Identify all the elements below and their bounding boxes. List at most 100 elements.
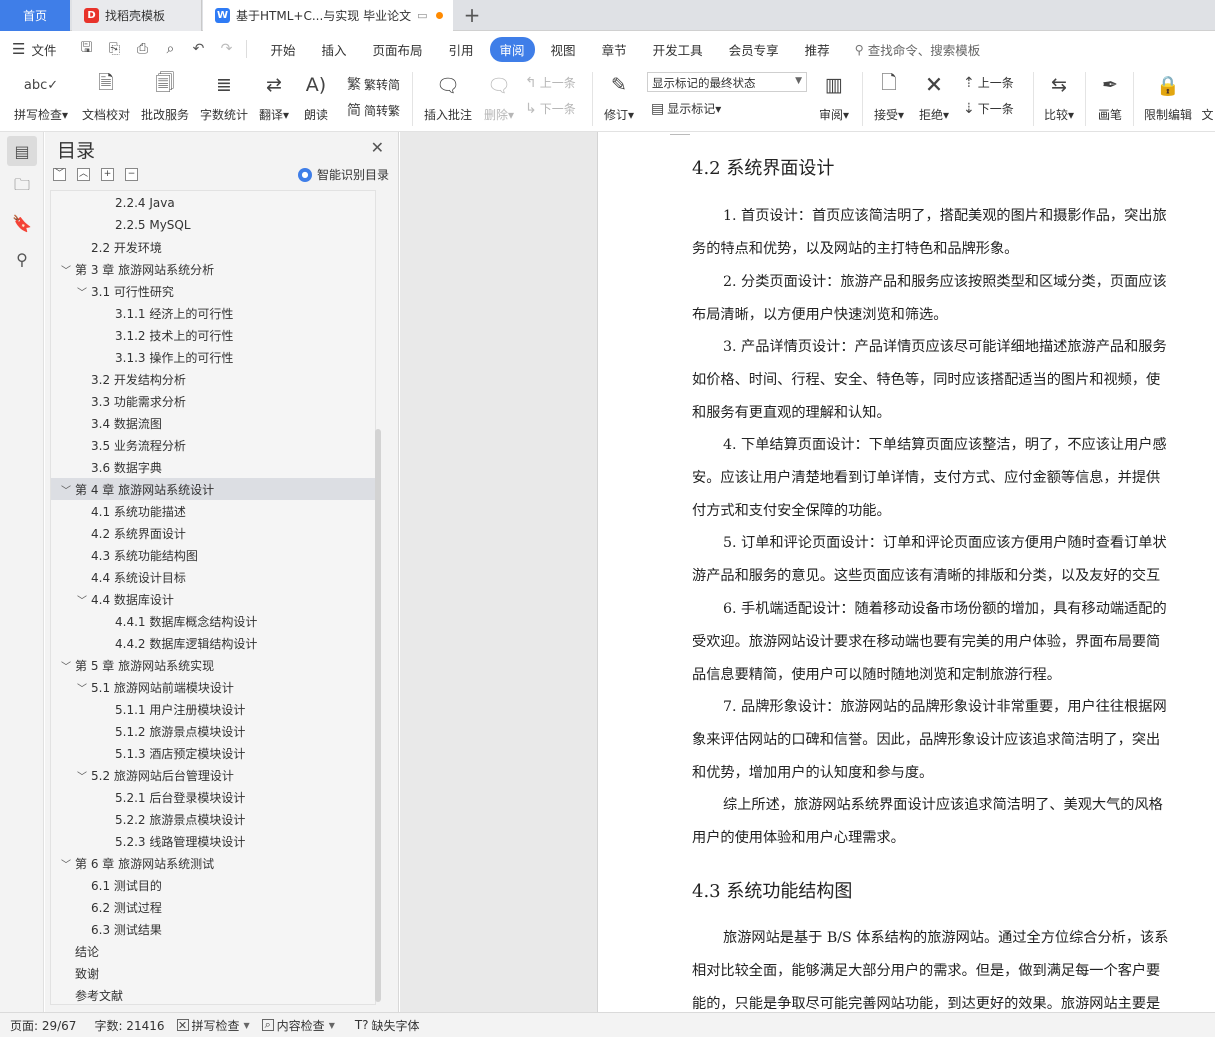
toc-item[interactable]: 4.1 系统功能描述 (51, 500, 375, 522)
toc-item[interactable]: 5.1.3 酒店预定模块设计 (51, 742, 375, 764)
menu-insert[interactable]: 插入 (311, 37, 356, 62)
toc-item[interactable]: 2.2 开发环境 (51, 236, 375, 258)
next-change-button[interactable]: ⇣ 下一条 (963, 100, 1014, 117)
collapse-all-icon[interactable]: ﹀ (53, 168, 66, 181)
tab-home[interactable]: 首页 (0, 0, 70, 31)
toc-item[interactable]: ﹀ 5.2 旅游网站后台管理设计 (51, 764, 375, 786)
spell-check-status[interactable]: ✕ 拼写检查 ▼ (176, 1017, 250, 1034)
chevron-down-icon[interactable]: ﹀ (75, 680, 89, 695)
close-icon[interactable]: ✕ (371, 138, 384, 157)
toc-item[interactable]: 5.2.1 后台登录模块设计 (51, 786, 375, 808)
toc-item[interactable]: 3.1.3 操作上的可行性 (51, 346, 375, 368)
toc-item[interactable]: ﹀ 4.4 数据库设计 (51, 588, 375, 610)
prev-comment-button[interactable]: ↰ 上一条 (525, 74, 576, 91)
new-tab-button[interactable]: + (460, 3, 484, 27)
word-count-button[interactable]: ≣ 字数统计 (197, 70, 251, 123)
toc-item[interactable]: 参考文献 (51, 984, 375, 1004)
print-preview-icon[interactable]: ⌕ (160, 41, 180, 57)
restrict-edit-button[interactable]: 🔒 限制编辑 (1140, 70, 1196, 123)
bookmark-icon[interactable]: 🔖 (7, 208, 37, 238)
show-markup-button[interactable]: ▤ 显示标记 ▾ (651, 100, 721, 117)
add-heading-icon[interactable]: + (101, 168, 114, 181)
read-aloud-button[interactable]: A) 朗读 (300, 70, 332, 123)
simp-to-trad-button[interactable]: 简 简转繁 (347, 100, 400, 120)
remove-heading-icon[interactable]: − (125, 168, 138, 181)
chevron-down-icon[interactable]: ﹀ (75, 592, 89, 607)
toc-item[interactable]: 5.2.2 旅游景点模块设计 (51, 808, 375, 830)
monitor-icon[interactable]: ▭ (417, 9, 427, 22)
smart-toc-button[interactable]: ● 智能识别目录 (297, 166, 389, 183)
translate-button[interactable]: ⇄ 翻译▾ (255, 70, 293, 123)
review-pane-button[interactable]: ▥ 审阅▾ (815, 70, 853, 123)
save-icon[interactable]: 🖫 (76, 37, 96, 61)
toc-item[interactable]: 6.2 测试过程 (51, 896, 375, 918)
menu-recommend[interactable]: 推荐 (795, 37, 840, 62)
toc-item[interactable]: 3.6 数据字典 (51, 456, 375, 478)
word-count-indicator[interactable]: 字数: 21416 (94, 1017, 164, 1034)
toc-item[interactable]: 5.1.1 用户注册模块设计 (51, 698, 375, 720)
menu-review[interactable]: 审阅 (489, 36, 535, 62)
toc-item[interactable]: 3.3 功能需求分析 (51, 390, 375, 412)
toc-item[interactable]: 3.2 开发结构分析 (51, 368, 375, 390)
pen-button[interactable]: ✒ 画笔 (1093, 70, 1127, 123)
file-menu[interactable]: ☰ 文件 (12, 40, 56, 59)
menu-member[interactable]: 会员专享 (719, 37, 789, 62)
toc-panel-icon[interactable]: ▤ (7, 136, 37, 166)
toc-item[interactable]: 5.2.3 线路管理模块设计 (51, 830, 375, 852)
toc-item[interactable]: 4.4.1 数据库概念结构设计 (51, 610, 375, 632)
markup-mode-select[interactable]: 显示标记的最终状态 ▼ (647, 72, 807, 92)
next-comment-button[interactable]: ↳ 下一条 (525, 100, 576, 117)
toc-item[interactable]: 结论 (51, 940, 375, 962)
toc-item[interactable]: 4.4 系统设计目标 (51, 566, 375, 588)
insert-comment-button[interactable]: 🗨 插入批注 (421, 70, 475, 123)
menu-view[interactable]: 视图 (541, 37, 586, 62)
undo-icon[interactable]: ↶ (188, 41, 208, 57)
missing-font-status[interactable]: T? 缺失字体 (355, 1017, 420, 1034)
menu-developer[interactable]: 开发工具 (643, 37, 713, 62)
toc-item[interactable]: 4.2 系统界面设计 (51, 522, 375, 544)
toc-scrollbar[interactable] (375, 429, 381, 1002)
menu-page-layout[interactable]: 页面布局 (363, 37, 433, 62)
menu-reference[interactable]: 引用 (439, 37, 484, 62)
track-changes-button[interactable]: ✎ 修订▾ (600, 70, 638, 123)
toc-item[interactable]: 3.1.2 技术上的可行性 (51, 324, 375, 346)
delete-comment-button[interactable]: 🗨 删除▾ (481, 70, 517, 123)
chevron-down-icon[interactable]: ﹀ (75, 768, 89, 783)
trad-to-simp-button[interactable]: 繁 繁转简 (347, 74, 400, 94)
toc-item[interactable]: 2.2.4 Java (51, 192, 375, 214)
spell-check-button[interactable]: abc✓ 拼写检查▾ (10, 70, 72, 123)
chevron-down-icon[interactable]: ﹀ (75, 284, 89, 299)
expand-up-icon[interactable]: ︿ (77, 168, 90, 181)
search-icon[interactable]: ⚲ (7, 244, 37, 274)
redo-icon[interactable]: ↷ (216, 41, 236, 57)
command-search[interactable]: ⚲ 查找命令、搜索模板 (855, 40, 981, 59)
toc-item[interactable]: ﹀ 第 6 章 旅游网站系统测试 (51, 852, 375, 874)
toc-item[interactable]: 4.4.2 数据库逻辑结构设计 (51, 632, 375, 654)
toc-item[interactable]: ﹀ 5.1 旅游网站前端模块设计 (51, 676, 375, 698)
menu-start[interactable]: 开始 (260, 37, 305, 62)
chevron-down-icon[interactable]: ﹀ (59, 856, 73, 871)
toc-item[interactable]: 6.1 测试目的 (51, 874, 375, 896)
chapter-nav-icon[interactable]: 🗀 (7, 172, 37, 202)
toc-item[interactable]: 3.4 数据流图 (51, 412, 375, 434)
chevron-down-icon[interactable]: ﹀ (59, 658, 73, 673)
chevron-down-icon[interactable]: ﹀ (59, 482, 73, 497)
batch-service-button[interactable]: 🗐 批改服务 (139, 70, 191, 123)
tab-template[interactable]: D 找稻壳模板 (72, 0, 202, 31)
content-check-status[interactable]: ⌕ 内容检查 ▼ (261, 1017, 335, 1034)
chevron-down-icon[interactable]: ﹀ (59, 262, 73, 277)
toc-item[interactable]: 致谢 (51, 962, 375, 984)
page-indicator[interactable]: 页面: 29/67 (10, 1017, 76, 1034)
compare-button[interactable]: ⇆ 比较▾ (1040, 70, 1078, 123)
toc-item[interactable]: 4.3 系统功能结构图 (51, 544, 375, 566)
document-page[interactable]: 4.2 系统界面设计 1. 首页设计：首页应该简洁明了，搭配美观的图片和摄影作品… (597, 132, 1215, 1012)
menu-chapter[interactable]: 章节 (592, 37, 637, 62)
tab-document[interactable]: W 基于HTML+C...与实现 毕业论文 ▭ (203, 0, 453, 31)
toc-item[interactable]: 6.3 测试结果 (51, 918, 375, 940)
doc-rights-button[interactable]: 文 (1200, 70, 1215, 123)
toc-item[interactable]: 3.1.1 经济上的可行性 (51, 302, 375, 324)
toc-item[interactable]: ﹀ 3.1 可行性研究 (51, 280, 375, 302)
export-pdf-icon[interactable]: ⎘ (104, 41, 124, 57)
accept-button[interactable]: 🗋 接受▾ (870, 70, 908, 123)
toc-item[interactable]: ﹀ 第 4 章 旅游网站系统设计 (51, 478, 375, 500)
